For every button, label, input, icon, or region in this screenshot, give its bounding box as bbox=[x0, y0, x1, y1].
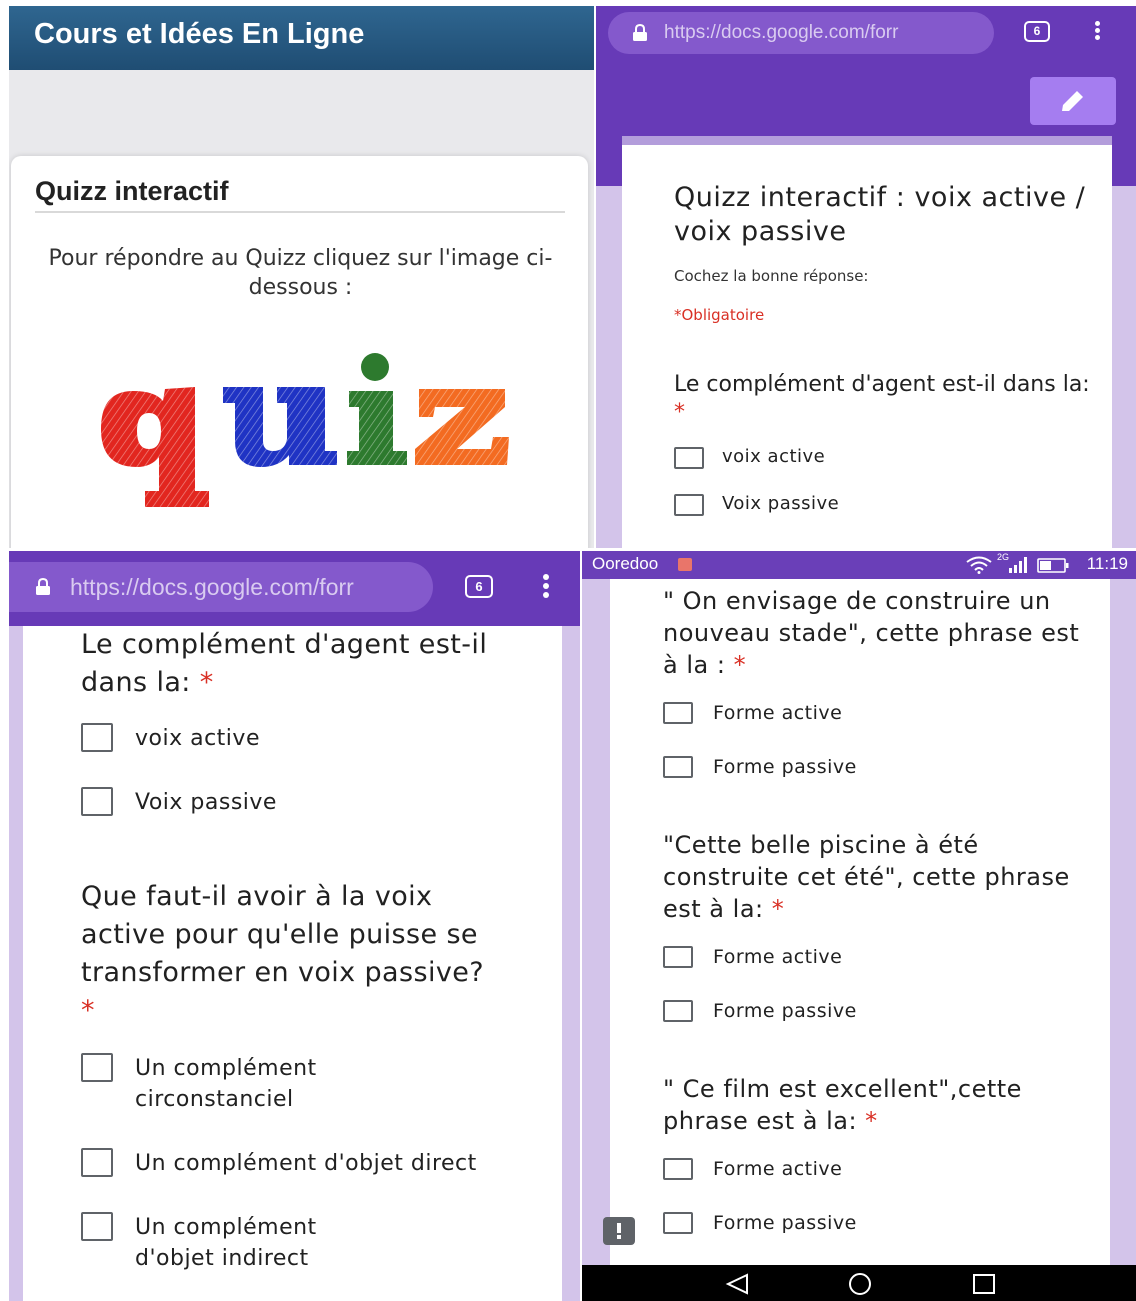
tab-switcher-icon[interactable]: 6 bbox=[465, 575, 493, 598]
checkbox[interactable] bbox=[663, 1158, 693, 1180]
edit-button[interactable] bbox=[1030, 77, 1116, 125]
checkbox[interactable] bbox=[81, 787, 113, 816]
form-title: Quizz interactif : voix active / voix pa… bbox=[674, 182, 1086, 247]
checkbox-option[interactable]: Un complément circonstanciel bbox=[81, 1053, 381, 1115]
blog-screenshot: Cours et Idées En Ligne Quizz interactif… bbox=[9, 6, 594, 548]
checkbox-option[interactable]: Forme passive bbox=[663, 755, 857, 779]
wifi-icon bbox=[966, 556, 992, 574]
question-title: Le complément d'agent est-il dans la: * bbox=[81, 629, 488, 698]
question-title: Que faut-il avoir à la voix active pour … bbox=[81, 881, 484, 1026]
url-text: https://docs.google.com/forr bbox=[70, 574, 354, 600]
checkbox[interactable] bbox=[81, 723, 113, 752]
notification-icon bbox=[678, 558, 692, 571]
quiz-image-link[interactable] bbox=[93, 351, 513, 511]
checkbox-option[interactable]: Forme active bbox=[663, 1157, 842, 1181]
card-instructions: Pour répondre au Quizz cliquez sur l'ima… bbox=[48, 246, 553, 300]
required-star: * bbox=[865, 1107, 878, 1135]
checkbox[interactable] bbox=[663, 702, 693, 724]
option-label: Forme passive bbox=[713, 756, 857, 778]
question-title: "Cette belle piscine à été construite ce… bbox=[663, 831, 1070, 923]
required-note: *Obligatoire bbox=[674, 306, 765, 324]
checkbox-option[interactable]: Voix passive bbox=[674, 492, 839, 516]
quiz-letter-i bbox=[347, 353, 407, 465]
site-title[interactable]: Cours et Idées En Ligne bbox=[34, 18, 364, 51]
network-type: 2G bbox=[997, 552, 1010, 562]
question-title: " On envisage de construire un nouveau s… bbox=[663, 587, 1080, 679]
question-title: " Ce film est excellent",cette phrase es… bbox=[663, 1075, 1022, 1135]
checkbox[interactable] bbox=[663, 756, 693, 778]
option-label: voix active bbox=[722, 446, 826, 467]
form-card: " On envisage de construire un nouveau s… bbox=[610, 579, 1110, 1269]
checkbox-option[interactable]: Un complément d'objet direct bbox=[81, 1148, 477, 1179]
quiz-letter-q bbox=[101, 387, 209, 507]
tab-switcher-icon[interactable]: 6 bbox=[1024, 21, 1050, 42]
quiz-letter-z bbox=[415, 389, 509, 465]
home-icon[interactable] bbox=[848, 1272, 872, 1296]
checkbox[interactable] bbox=[674, 494, 704, 516]
clock: 11:19 bbox=[1086, 554, 1128, 573]
form-card: Le complément d'agent est-il dans la: * … bbox=[23, 626, 562, 1301]
option-label: Un complément d'objet direct bbox=[135, 1151, 477, 1176]
title-divider bbox=[35, 211, 565, 213]
option-label: Forme passive bbox=[713, 1000, 857, 1022]
option-label: Voix passive bbox=[722, 493, 840, 514]
quiz-card: Quizz interactif Pour répondre au Quizz … bbox=[11, 156, 588, 548]
signal-icon bbox=[1009, 557, 1027, 573]
carrier-name: Ooredoo bbox=[592, 554, 659, 573]
option-label: Voix passive bbox=[135, 790, 277, 815]
form-card: Quizz interactif : voix active / voix pa… bbox=[622, 136, 1112, 548]
checkbox[interactable] bbox=[81, 1212, 113, 1241]
form-screenshot-phrases: Ooredoo 2G 11:19 " On envisage de constr… bbox=[582, 551, 1136, 1301]
url-text: https://docs.google.com/forr bbox=[664, 22, 899, 43]
address-bar[interactable]: https://docs.google.com/forr bbox=[9, 562, 433, 612]
lock-icon bbox=[36, 578, 50, 595]
checkbox-option[interactable]: Forme passive bbox=[663, 999, 857, 1023]
checkbox[interactable] bbox=[663, 1212, 693, 1234]
checkbox-option[interactable]: Forme active bbox=[663, 945, 842, 969]
checkbox[interactable] bbox=[663, 1000, 693, 1022]
android-nav-bar bbox=[582, 1265, 1136, 1301]
required-star: * bbox=[771, 895, 785, 923]
option-label: Forme passive bbox=[713, 1212, 857, 1234]
more-menu-icon[interactable] bbox=[543, 574, 549, 598]
form-screenshot-header: https://docs.google.com/forr 6 Quizz int… bbox=[596, 6, 1136, 548]
checkbox[interactable] bbox=[81, 1053, 113, 1082]
checkbox-option[interactable]: Forme passive bbox=[663, 1211, 857, 1235]
card-title: Quizz interactif bbox=[35, 176, 229, 206]
checkbox[interactable] bbox=[663, 946, 693, 968]
question-title: Le complément d'agent est-il dans la: * bbox=[674, 372, 1090, 425]
checkbox-option[interactable]: Un complément d'objet indirect bbox=[81, 1212, 381, 1274]
required-star: * bbox=[81, 995, 95, 1026]
feedback-icon[interactable] bbox=[603, 1217, 635, 1245]
option-label: Forme active bbox=[713, 702, 843, 724]
more-menu-icon[interactable] bbox=[1095, 21, 1100, 40]
checkbox[interactable] bbox=[674, 447, 704, 469]
checkbox-option[interactable]: Voix passive bbox=[81, 787, 277, 818]
option-label: voix active bbox=[135, 726, 260, 751]
option-label: Un complément d'objet indirect bbox=[135, 1215, 317, 1271]
option-label: Un complément circonstanciel bbox=[135, 1056, 317, 1112]
status-bar: Ooredoo 2G 11:19 bbox=[582, 551, 1136, 579]
lock-icon bbox=[633, 24, 647, 41]
form-screenshot-questions: https://docs.google.com/forr 6 Le complé… bbox=[9, 551, 580, 1301]
required-star: * bbox=[733, 651, 747, 679]
quiz-letter-u bbox=[223, 387, 337, 467]
checkbox[interactable] bbox=[81, 1148, 113, 1177]
battery-icon bbox=[1037, 558, 1069, 573]
recents-icon[interactable] bbox=[972, 1273, 996, 1295]
back-icon[interactable] bbox=[725, 1273, 749, 1295]
option-label: Forme active bbox=[713, 946, 843, 968]
required-star: * bbox=[199, 667, 214, 698]
option-label: Forme active bbox=[713, 1158, 843, 1180]
checkbox-option[interactable]: voix active bbox=[81, 723, 260, 754]
checkbox-option[interactable]: voix active bbox=[674, 445, 825, 469]
site-header: Cours et Idées En Ligne bbox=[9, 6, 594, 70]
form-description: Cochez la bonne réponse: bbox=[674, 267, 869, 285]
required-star: * bbox=[674, 400, 685, 425]
pencil-icon bbox=[1062, 91, 1083, 111]
checkbox-option[interactable]: Forme active bbox=[663, 701, 842, 725]
address-bar[interactable]: https://docs.google.com/forr bbox=[608, 12, 994, 54]
